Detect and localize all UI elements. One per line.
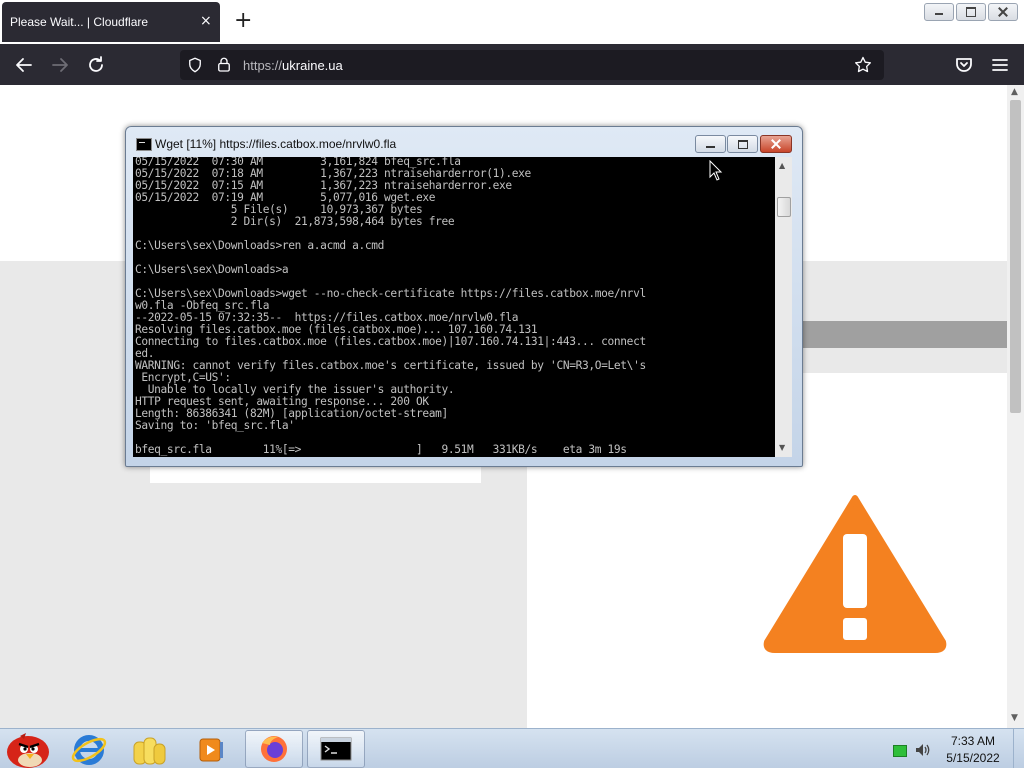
tracking-shield-icon[interactable]: [186, 56, 204, 74]
angry-birds-icon: [7, 733, 49, 768]
scroll-down-icon[interactable]: ▼: [1011, 713, 1018, 723]
taskbar-item-file-explorer[interactable]: [120, 730, 178, 768]
console-line: WARNING: cannot verify files.catbox.moe'…: [135, 360, 646, 372]
console-line: Saving to: 'bfeq_src.fla': [135, 420, 295, 432]
console-line: bfeq_src.fla 11%[=> ] 9.51M 331KB/s eta …: [135, 444, 627, 456]
forward-icon[interactable]: [48, 53, 72, 77]
tab-title: Please Wait... | Cloudflare: [10, 15, 149, 29]
console-line: 05/15/2022 07:19 AM 5,077,016 wget.exe: [135, 192, 436, 204]
console-line: ed.: [135, 348, 155, 360]
menu-icon[interactable]: [988, 53, 1012, 77]
console-line: HTTP request sent, awaiting response... …: [135, 396, 429, 408]
console-title: Wget [11%] https://files.catbox.moe/nrvl…: [155, 137, 397, 151]
console-line: --2022-05-15 07:32:35-- https://files.ca…: [135, 312, 519, 324]
warning-icon: [763, 495, 947, 653]
bookmark-star-icon[interactable]: [853, 55, 873, 75]
console-line: Connecting to files.catbox.moe (files.ca…: [135, 336, 646, 348]
console-line: C:\Users\sex\Downloads>wget --no-check-c…: [135, 288, 646, 300]
clock-date[interactable]: 5/15/2022: [942, 751, 1004, 765]
console-window[interactable]: Wget [11%] https://files.catbox.moe/nrvl…: [125, 126, 803, 467]
console-scroll-up-icon[interactable]: ▲: [779, 161, 785, 170]
taskbar-item-media-player[interactable]: [180, 730, 238, 768]
console-title-bar[interactable]: Wget [11%] https://files.catbox.moe/nrvl…: [126, 127, 802, 158]
console-app-icon[interactable]: [136, 138, 152, 151]
console-line: w0.fla -Obfeq_src.fla: [135, 300, 270, 312]
volume-tray-icon[interactable]: [914, 741, 932, 759]
new-tab-button[interactable]: +: [234, 8, 252, 34]
console-minimize-button[interactable]: [695, 135, 726, 153]
close-window-button[interactable]: [988, 3, 1018, 21]
command-prompt-icon: [320, 737, 352, 761]
mouse-cursor-icon: [709, 160, 723, 181]
console-lines: 05/15/2022 07:30 AM 3,161,824 bfeq_src.f…: [135, 157, 775, 456]
url-text[interactable]: https://ukraine.ua: [243, 58, 343, 73]
tab-close-icon[interactable]: ×: [200, 13, 212, 29]
console-line: 05/15/2022 07:30 AM 3,161,824 bfeq_src.f…: [135, 157, 461, 168]
show-desktop-button[interactable]: [1013, 729, 1024, 768]
taskbar-item-firefox[interactable]: [245, 730, 303, 768]
taskbar-item-command-prompt[interactable]: [307, 730, 365, 768]
internet-explorer-icon: [71, 735, 107, 765]
page-scroll-thumb[interactable]: [1010, 100, 1021, 413]
page-scrollbar[interactable]: ▲ ▼: [1007, 85, 1024, 728]
firefox-icon: [261, 736, 287, 762]
browser-tab[interactable]: Please Wait... | Cloudflare ×: [2, 2, 220, 42]
scroll-up-icon[interactable]: ▲: [1011, 87, 1018, 97]
clock-time[interactable]: 7:33 AM: [942, 734, 1004, 748]
console-close-button[interactable]: [760, 135, 792, 153]
url-scheme: https://: [243, 58, 283, 73]
console-output[interactable]: 05/15/2022 07:30 AM 3,161,824 bfeq_src.f…: [133, 157, 775, 457]
console-line: Resolving files.catbox.moe (files.catbox…: [135, 324, 538, 336]
console-maximize-button[interactable]: [727, 135, 758, 153]
console-line: 05/15/2022 07:18 AM 1,367,223 ntraisehar…: [135, 168, 531, 180]
url-bar[interactable]: https://ukraine.ua: [180, 50, 884, 80]
console-line: 2 Dir(s) 21,873,598,464 bytes free: [135, 216, 455, 228]
maximize-button[interactable]: [956, 3, 986, 21]
file-explorer-icon: [133, 737, 166, 765]
back-icon[interactable]: [12, 53, 36, 77]
console-scroll-down-icon[interactable]: ▼: [779, 443, 785, 452]
console-line: Unable to locally verify the issuer's au…: [135, 384, 455, 396]
console-scrollbar[interactable]: ▲ ▼: [775, 157, 792, 457]
console-line: 5 File(s) 10,973,367 bytes: [135, 204, 423, 216]
taskbar-item-internet-explorer[interactable]: [60, 730, 118, 768]
taskbar-item-angry-birds[interactable]: [0, 730, 58, 768]
pocket-icon[interactable]: [952, 53, 976, 77]
taskbar: 7:33 AM 5/15/2022: [0, 728, 1024, 768]
console-line: C:\Users\sex\Downloads>ren a.acmd a.cmd: [135, 240, 385, 252]
console-scroll-thumb[interactable]: [777, 197, 791, 217]
lock-icon[interactable]: [215, 56, 233, 74]
console-line: 05/15/2022 07:15 AM 1,367,223 ntraisehar…: [135, 180, 512, 192]
reload-icon[interactable]: [84, 53, 108, 77]
media-player-icon: [199, 738, 223, 762]
minimize-button[interactable]: [924, 3, 954, 21]
desktop: Please Wait... | Cloudflare × + https://…: [0, 0, 1024, 768]
console-line: C:\Users\sex\Downloads>a: [135, 264, 289, 276]
browser-window-controls: [924, 3, 1018, 21]
console-line: Encrypt,C=US':: [135, 372, 231, 384]
url-host: ukraine.ua: [282, 58, 343, 73]
browser-tab-bar: Please Wait... | Cloudflare × +: [0, 0, 1024, 44]
console-line: Length: 86386341 (82M) [application/octe…: [135, 408, 448, 420]
browser-nav-bar: https://ukraine.ua: [0, 44, 1024, 85]
network-tray-icon[interactable]: [893, 745, 907, 757]
